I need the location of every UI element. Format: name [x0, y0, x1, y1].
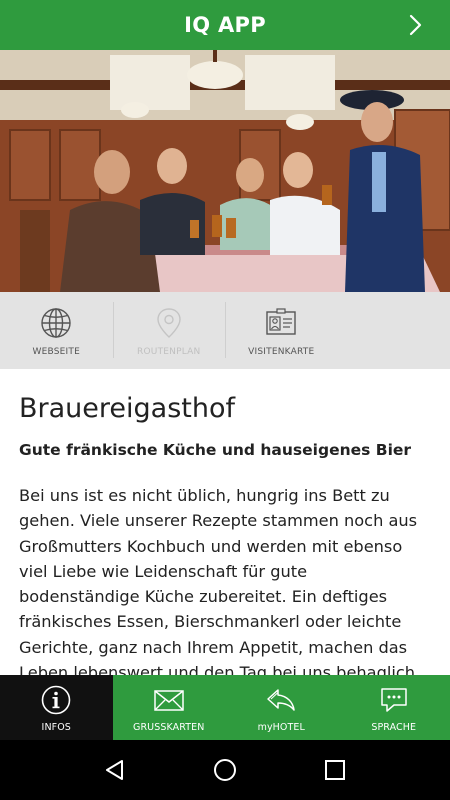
- home-circle-icon[interactable]: [212, 757, 238, 783]
- contact-card-icon: [266, 308, 296, 335]
- globe-icon: [41, 308, 71, 338]
- app-bar: IQ APP: [0, 0, 450, 50]
- chevron-right-icon[interactable]: [402, 12, 428, 38]
- quick-link-routenplan[interactable]: ROUTENPLAN: [112, 292, 226, 369]
- page-subtitle: Gute fränkische Küche und hauseigenes Bi…: [19, 441, 412, 459]
- app-title: IQ APP: [184, 13, 266, 37]
- reply-arrow-icon: [267, 689, 295, 711]
- map-pin-icon: [157, 308, 181, 338]
- system-nav-bar: [0, 740, 450, 800]
- envelope-icon: [154, 690, 184, 711]
- quick-link-webseite[interactable]: WEBSEITE: [0, 292, 113, 369]
- tab-label: GRUSSKARTEN: [133, 722, 205, 733]
- tab-infos[interactable]: INFOS: [0, 675, 113, 740]
- tab-sprache[interactable]: SPRACHE: [338, 675, 450, 740]
- bottom-tab-bar: INFOS GRUSSKARTEN myHOTEL SPRACHE: [0, 675, 450, 740]
- tab-grusskarten[interactable]: GRUSSKARTEN: [113, 675, 226, 740]
- tab-myhotel[interactable]: myHOTEL: [225, 675, 338, 740]
- content-area[interactable]: Brauereigasthof Gute fränkische Küche un…: [0, 369, 450, 675]
- quick-link-visitenkarte[interactable]: VISITENKARTE: [225, 292, 338, 369]
- chat-bubble-icon: [381, 688, 407, 712]
- quick-link-label: WEBSEITE: [32, 347, 80, 357]
- back-triangle-icon[interactable]: [102, 757, 128, 783]
- hero-image: [0, 50, 450, 292]
- page-title: Brauereigasthof: [19, 393, 235, 424]
- recents-square-icon[interactable]: [322, 757, 348, 783]
- restaurant-photo: [0, 50, 450, 292]
- description-text: Bei uns ist es nicht üblich, hungrig ins…: [19, 486, 421, 675]
- tab-label: myHOTEL: [257, 722, 305, 733]
- tab-label: INFOS: [41, 722, 71, 733]
- quick-link-label: ROUTENPLAN: [137, 347, 201, 357]
- tab-label: SPRACHE: [371, 722, 417, 733]
- quick-link-label: VISITENKARTE: [248, 347, 315, 357]
- quick-links-bar: WEBSEITE ROUTENPLAN VISITENKARTE: [0, 292, 450, 369]
- info-icon: [41, 685, 71, 715]
